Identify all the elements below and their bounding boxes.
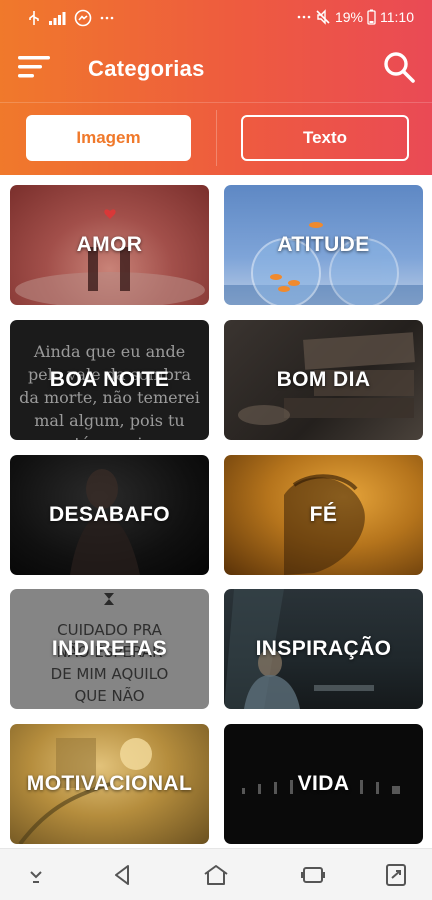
usb-icon [28, 10, 40, 26]
status-bar: 19% 11:10 [0, 0, 432, 36]
category-label: MOTIVACIONAL [26, 772, 193, 795]
mute-icon [315, 9, 331, 25]
category-card-atitude[interactable]: ATITUDE [224, 185, 423, 305]
category-label: BOA NOITE [49, 368, 170, 391]
category-label: INSPIRAÇÃO [255, 637, 392, 660]
background-quote: CUIDADO PRA NÃO ESPERAR DE MIM AQUILO QU… [50, 621, 169, 705]
category-label: DESABAFO [48, 503, 171, 526]
system-nav-bar [0, 848, 432, 900]
category-card-inspiracao[interactable]: INSPIRAÇÃO [224, 589, 423, 709]
category-label: FÉ [309, 503, 338, 526]
category-label: BOM DIA [276, 368, 371, 391]
category-card-amor[interactable]: AMOR [10, 185, 209, 305]
signal-icon [48, 10, 66, 26]
tabs-divider [0, 102, 432, 103]
status-right-icons: 19% 11:10 [297, 9, 414, 25]
category-label: ATITUDE [277, 233, 370, 256]
category-card-indiretas[interactable]: CUIDADO PRA NÃO ESPERAR DE MIM AQUILO QU… [10, 589, 209, 709]
category-card-vida[interactable]: VIDA [224, 724, 423, 844]
recents-icon[interactable] [299, 863, 327, 887]
alarm-icon [297, 13, 311, 21]
category-card-boa-noite[interactable]: Ainda que eu ande pelo vale da sombra da… [10, 320, 209, 440]
tab-texto[interactable]: Texto [241, 115, 409, 161]
home-icon[interactable] [202, 863, 230, 887]
category-card-motivacional[interactable]: MOTIVACIONAL [10, 724, 209, 844]
back-icon[interactable] [108, 863, 136, 887]
tab-imagem[interactable]: Imagem [26, 115, 191, 161]
category-card-fe[interactable]: FÉ [224, 455, 423, 575]
clock: 11:10 [380, 9, 414, 25]
category-grid: AMOR ATITUDE Ainda que eu ande pelo vale… [0, 175, 432, 848]
hide-keyboard-icon[interactable] [22, 863, 50, 887]
status-left-icons [28, 9, 114, 27]
tabs-separator [216, 110, 217, 166]
toolbar: Categorias [0, 36, 432, 102]
battery-icon [367, 9, 376, 25]
category-card-desabafo[interactable]: DESABAFO [10, 455, 209, 575]
battery-percent: 19% [334, 9, 363, 25]
app-header: 19% 11:10 Categorias Imagem Texto [0, 0, 432, 175]
category-label: VIDA [297, 772, 350, 795]
category-label: AMOR [76, 233, 143, 256]
search-icon[interactable] [382, 50, 416, 84]
category-label: INDIRETAS [51, 637, 168, 660]
hamburger-menu-icon[interactable] [18, 52, 50, 82]
screenshot-icon[interactable] [382, 863, 410, 887]
more-icon [100, 15, 114, 21]
page-title: Categorias [88, 56, 205, 81]
category-card-bom-dia[interactable]: BOM DIA [224, 320, 423, 440]
messenger-icon [74, 9, 92, 27]
